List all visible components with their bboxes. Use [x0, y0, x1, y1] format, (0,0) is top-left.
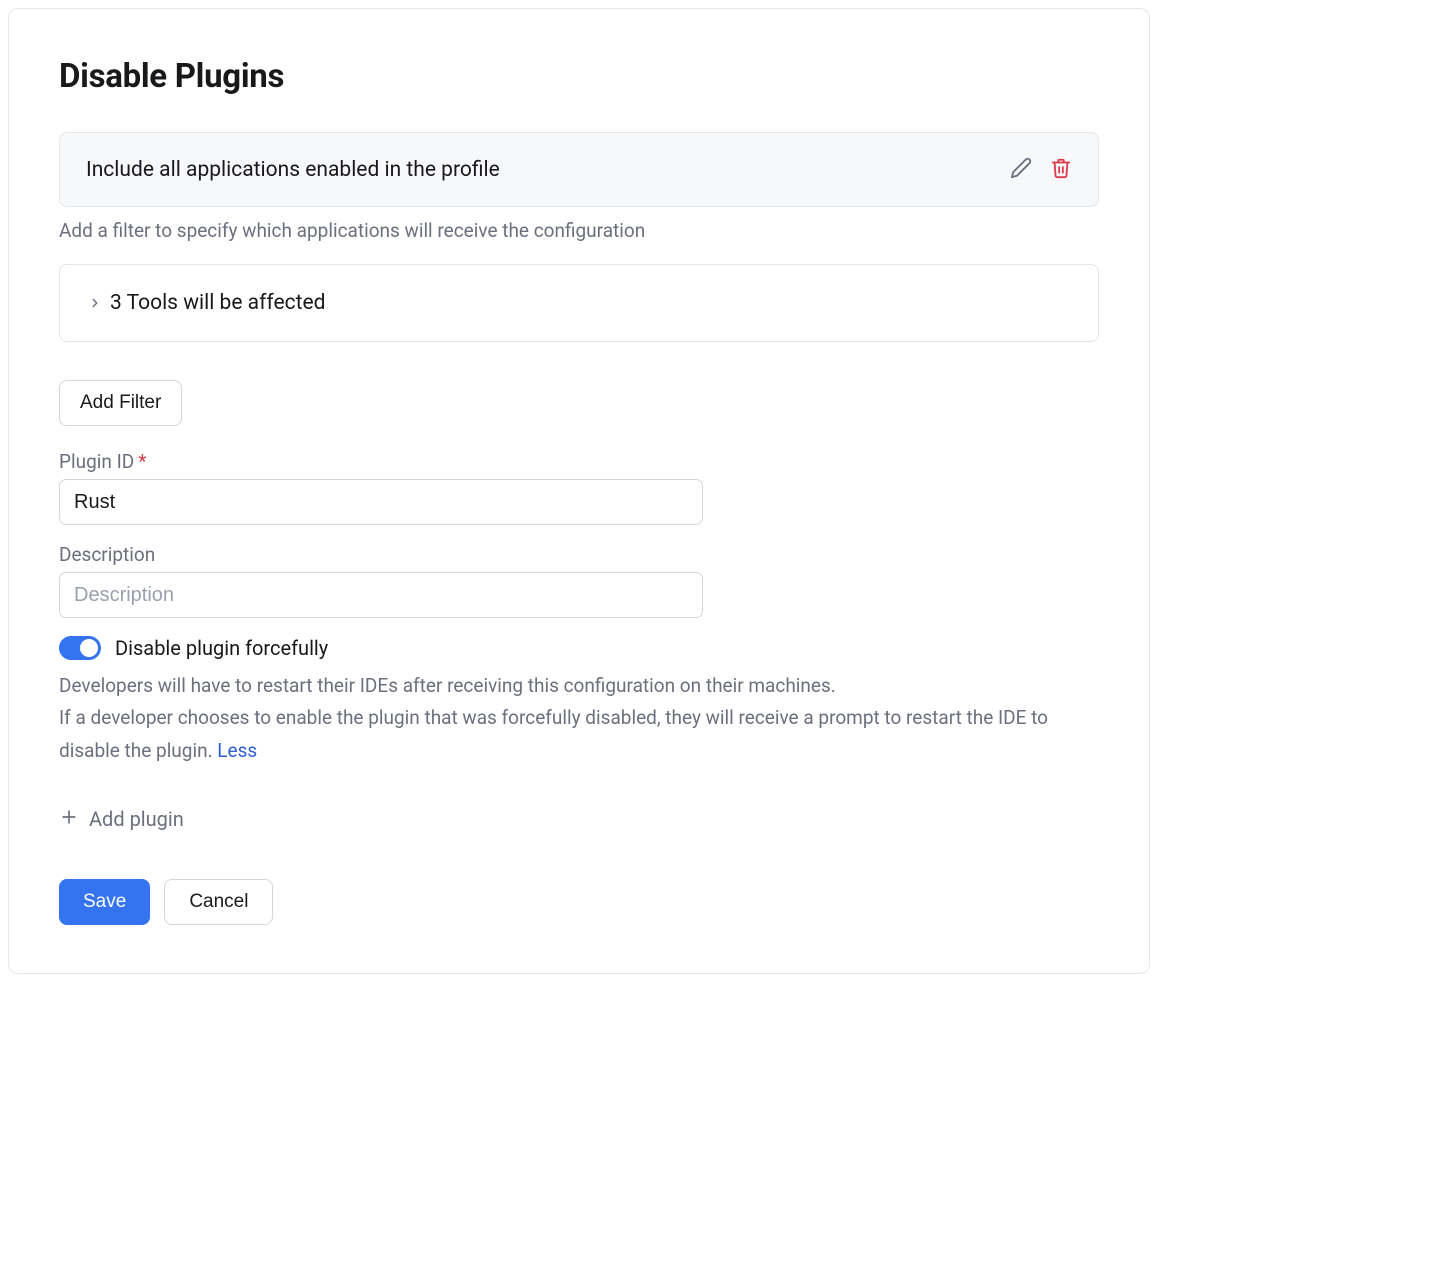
action-buttons: Save Cancel [59, 879, 1099, 925]
filter-hint: Add a filter to specify which applicatio… [59, 219, 1099, 242]
forceful-toggle-row: Disable plugin forcefully [59, 636, 1099, 660]
profile-filter-label: Include all applications enabled in the … [86, 158, 500, 182]
plus-icon [59, 807, 79, 831]
description-label: Description [59, 543, 1099, 566]
disable-plugins-page: Disable Plugins Include all applications… [8, 8, 1150, 974]
page-title: Disable Plugins [59, 57, 1099, 96]
add-plugin-button[interactable]: Add plugin [59, 807, 1099, 831]
forceful-toggle-label: Disable plugin forcefully [115, 636, 328, 660]
cancel-button[interactable]: Cancel [164, 879, 273, 925]
plugin-id-input[interactable] [59, 479, 703, 525]
profile-filter-card: Include all applications enabled in the … [59, 132, 1099, 207]
chevron-right-icon [88, 296, 102, 310]
required-indicator: * [138, 450, 146, 473]
add-plugin-label: Add plugin [89, 807, 184, 831]
add-filter-button[interactable]: Add Filter [59, 380, 182, 426]
help-line-2: If a developer chooses to enable the plu… [59, 706, 1048, 761]
save-button[interactable]: Save [59, 879, 150, 925]
less-link[interactable]: Less [217, 739, 257, 762]
edit-button[interactable] [1010, 157, 1032, 182]
delete-icon [1050, 157, 1072, 182]
plugin-id-label: Plugin ID* [59, 450, 1099, 473]
description-input[interactable] [59, 572, 703, 618]
edit-icon [1010, 157, 1032, 182]
toggle-thumb [80, 639, 98, 657]
forceful-toggle[interactable] [59, 636, 101, 660]
plugin-id-label-text: Plugin ID [59, 450, 134, 473]
help-line-1: Developers will have to restart their ID… [59, 674, 836, 697]
delete-button[interactable] [1050, 157, 1072, 182]
forceful-help-text: Developers will have to restart their ID… [59, 670, 1099, 767]
profile-filter-actions [1010, 157, 1072, 182]
affected-tools-label: 3 Tools will be affected [110, 291, 325, 315]
affected-tools-card[interactable]: 3 Tools will be affected [59, 264, 1099, 342]
